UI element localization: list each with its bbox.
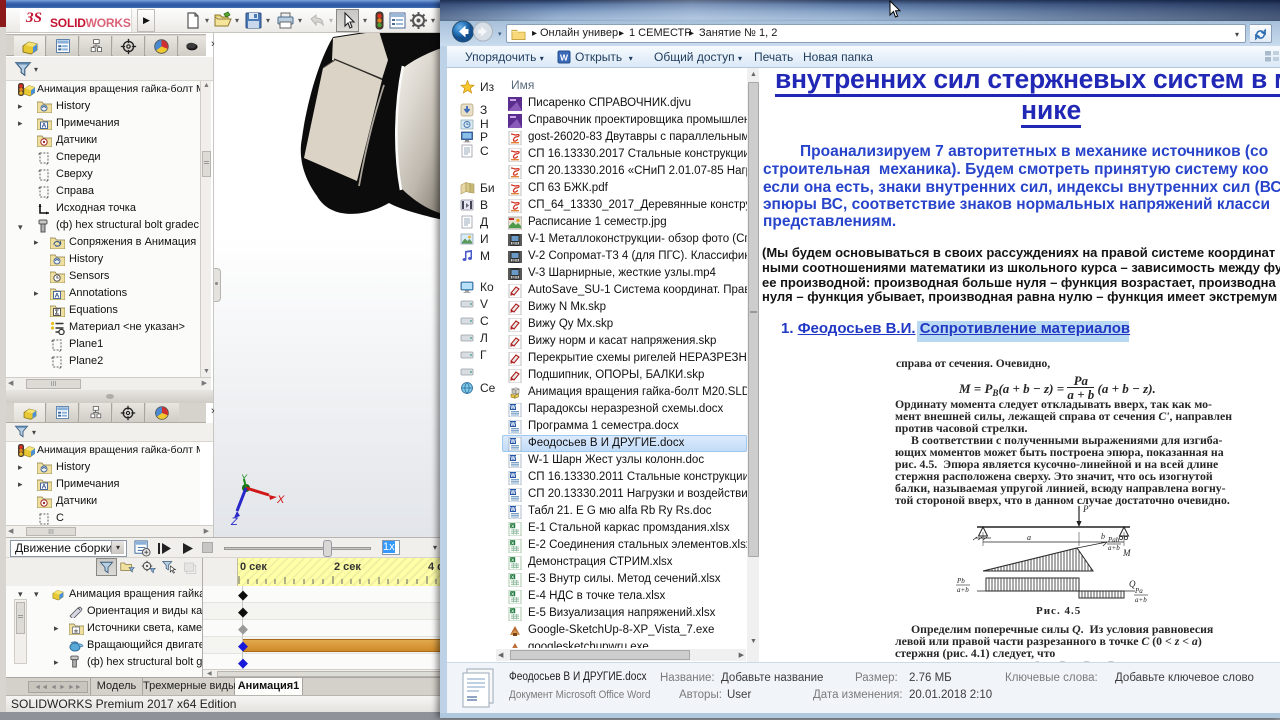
svg-text:P: P: [1082, 504, 1089, 514]
svg-text:W: W: [510, 507, 516, 513]
svg-text:a+b: a+b: [957, 586, 969, 594]
svg-text:Pb: Pb: [956, 577, 965, 585]
svg-text:Pa: Pa: [1134, 587, 1143, 595]
svg-text:a+b: a+b: [1108, 544, 1120, 552]
svg-text:W: W: [510, 456, 516, 462]
svg-text:b: b: [1101, 532, 1105, 541]
svg-text:W: W: [510, 405, 516, 411]
svg-text:Pab: Pab: [1107, 536, 1120, 544]
svg-text:A: A: [42, 484, 47, 491]
svg-text:A: A: [55, 292, 60, 299]
svg-text:W: W: [510, 473, 516, 479]
svg-text:W: W: [510, 490, 516, 496]
svg-text:MP4: MP4: [512, 241, 519, 245]
svg-text:W: W: [510, 439, 516, 445]
svg-text:MP4: MP4: [512, 258, 519, 262]
svg-text:Z: Z: [230, 516, 239, 528]
svg-text:W: W: [560, 53, 569, 63]
svg-text:Σ: Σ: [55, 310, 59, 317]
svg-text:M: M: [1122, 548, 1131, 558]
svg-text:A: A: [42, 123, 47, 130]
svg-text:Y: Y: [241, 473, 248, 483]
svg-text:X: X: [276, 494, 285, 506]
svg-text:a: a: [1027, 533, 1031, 542]
svg-text:a+b: a+b: [1135, 596, 1147, 604]
svg-text:MP4: MP4: [512, 275, 519, 279]
svg-text:W: W: [510, 422, 516, 428]
